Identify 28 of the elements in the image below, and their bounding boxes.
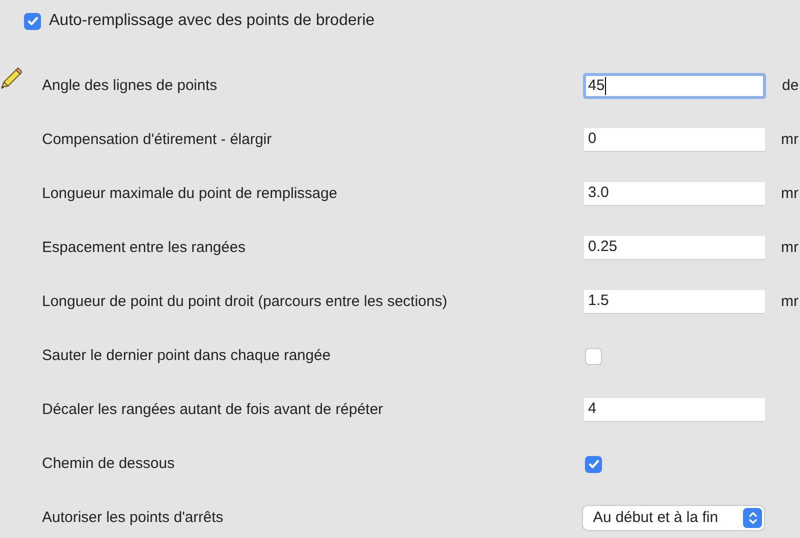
unit-label: mr [781, 238, 798, 258]
checkbox[interactable] [585, 348, 602, 364]
field-label: Compensation d'étirement - élargir [42, 130, 273, 150]
checkmark-icon [588, 458, 600, 470]
field-label: Angle des lignes de points [42, 76, 218, 96]
dropdown[interactable]: Au début et à la fin [583, 506, 764, 530]
field-label: Longueur de point du point droit (parcours entre les sections) [42, 292, 448, 312]
checkbox[interactable] [585, 456, 602, 472]
field-label: Espacement entre les rangées [42, 238, 246, 258]
field-label: Autoriser les points d'arrêts [42, 508, 224, 528]
input-field[interactable]: 1.5 [584, 290, 765, 314]
unit-label: mr [781, 130, 798, 150]
input-field[interactable]: 0 [584, 128, 765, 152]
unit-label: de [782, 76, 799, 96]
input-field[interactable]: 45 [583, 73, 766, 99]
checkbox[interactable] [24, 12, 41, 30]
checkbox-label: Auto-remplissage avec des points de broderie [49, 11, 375, 31]
field-label: Sauter le dernier point dans chaque rangée [42, 346, 332, 366]
input-field[interactable]: 0.25 [584, 236, 765, 260]
unit-label: mr [781, 292, 798, 312]
unit-label: mr [781, 184, 798, 204]
field-label: Longueur maximale du point de remplissage [42, 184, 338, 204]
input-field[interactable]: 4 [584, 398, 765, 422]
checkmark-icon [26, 15, 38, 27]
field-label: Décaler les rangées autant de fois avant de répéter [42, 400, 384, 420]
input-field[interactable]: 3.0 [584, 182, 765, 206]
field-label: Chemin de dessous [42, 454, 176, 474]
chevron-icon [743, 508, 762, 528]
